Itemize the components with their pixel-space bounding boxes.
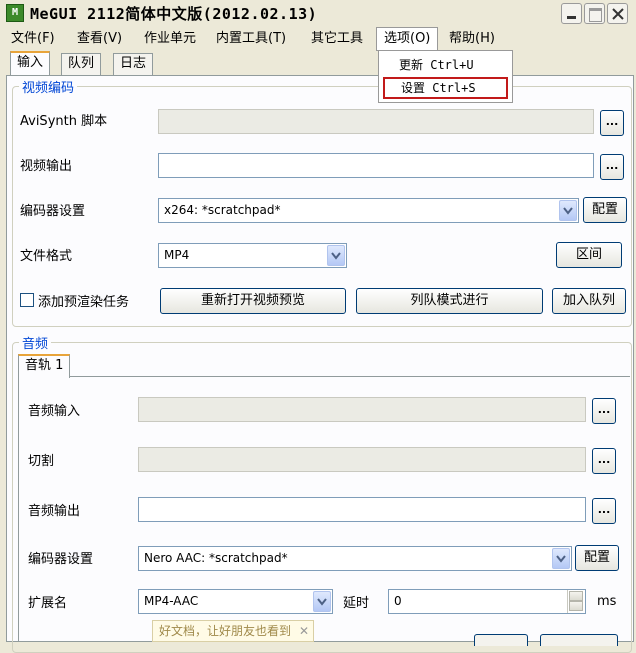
video-encoder-select[interactable]: x264: *scratchpad* — [158, 198, 579, 223]
prerender-checkbox[interactable] — [20, 293, 34, 307]
menu-tools[interactable]: 内置工具(T) — [209, 27, 293, 51]
audio-encoder-select[interactable]: Nero AAC: *scratchpad* — [138, 546, 572, 571]
chevron-down-icon[interactable] — [552, 548, 570, 569]
menu-other-tools[interactable]: 其它工具 — [304, 27, 370, 51]
close-button[interactable] — [607, 3, 628, 24]
cut-label: 切割 — [28, 454, 55, 469]
avisynth-label: AviSynth 脚本 — [20, 114, 108, 129]
app-icon: M — [6, 4, 24, 22]
extension-select[interactable]: MP4-AAC — [138, 589, 333, 614]
audio-output-browse-button[interactable]: ... — [592, 498, 616, 524]
menu-help[interactable]: 帮助(H) — [442, 27, 502, 51]
audio-input-field[interactable] — [138, 397, 586, 422]
audio-output-field[interactable] — [138, 497, 586, 522]
close-icon[interactable]: ✕ — [299, 621, 309, 641]
cut-browse-button[interactable]: ... — [592, 448, 616, 474]
close-icon — [612, 8, 624, 20]
tab-queue[interactable]: 队列 — [61, 53, 102, 75]
queue-mode-button[interactable]: 列队模式进行 — [356, 288, 543, 314]
tab-log[interactable]: 日志 — [113, 53, 154, 75]
menu-item-settings[interactable]: 设置 Ctrl+S — [383, 77, 508, 99]
file-format-label: 文件格式 — [20, 249, 73, 264]
chevron-down-icon[interactable] — [559, 200, 577, 221]
menu-file[interactable]: 文件(F) — [4, 27, 62, 51]
share-toast: 好文档，让好朋友也看到 ✕ — [152, 620, 314, 642]
bottom-button-partial[interactable] — [540, 634, 618, 646]
file-format-value: MP4 — [164, 248, 190, 262]
avisynth-browse-button[interactable]: ... — [600, 110, 624, 136]
cut-field[interactable] — [138, 447, 586, 472]
spin-up-icon[interactable] — [569, 591, 583, 601]
tab-audio-track-1[interactable]: 音轨 1 — [18, 354, 71, 378]
prerender-label: 添加预渲染任务 — [38, 295, 130, 310]
audio-input-label: 音频输入 — [28, 404, 81, 419]
delay-unit-label: ms — [597, 594, 617, 609]
share-toast-text: 好文档，让好朋友也看到 — [159, 624, 292, 638]
tab-input[interactable]: 输入 — [10, 51, 51, 75]
menu-view[interactable]: 查看(V) — [70, 27, 129, 51]
delay-spinner[interactable] — [567, 590, 584, 613]
options-dropdown-menu: 更新 Ctrl+U 设置 Ctrl+S — [378, 50, 513, 103]
menu-item-update[interactable]: 更新 Ctrl+U — [383, 54, 508, 76]
minimize-button[interactable] — [561, 3, 582, 24]
video-output-label: 视频输出 — [20, 159, 73, 174]
audio-group-title: 音频 — [22, 337, 49, 352]
audio-output-label: 音频输出 — [28, 504, 81, 519]
window-title: MeGUI 2112简体中文版(2012.02.13) — [30, 5, 318, 23]
bottom-button-partial[interactable] — [474, 634, 528, 646]
menu-jobs[interactable]: 作业单元 — [137, 27, 203, 51]
extension-value: MP4-AAC — [144, 594, 199, 608]
add-to-queue-button[interactable]: 加入队列 — [552, 288, 626, 314]
audio-config-button[interactable]: 配置 — [575, 545, 619, 571]
menu-options[interactable]: 选项(O) — [376, 27, 439, 51]
video-encoder-label: 编码器设置 — [20, 204, 86, 219]
spin-down-icon[interactable] — [569, 601, 583, 611]
audio-encoder-label: 编码器设置 — [28, 552, 94, 567]
video-output-browse-button[interactable]: ... — [600, 154, 624, 180]
delay-value: 0 — [394, 594, 402, 608]
range-button[interactable]: 区间 — [556, 242, 622, 268]
title-bar[interactable]: M MeGUI 2112简体中文版(2012.02.13) — [0, 0, 636, 26]
reopen-preview-button[interactable]: 重新打开视频预览 — [160, 288, 346, 314]
chevron-down-icon[interactable] — [327, 245, 345, 266]
delay-label: 延时 — [343, 596, 370, 611]
menu-bar: 文件(F) 查看(V) 作业单元 内置工具(T) 其它工具 选项(O) 帮助(H… — [0, 27, 636, 51]
video-group-title: 视频编码 — [22, 81, 75, 96]
video-config-button[interactable]: 配置 — [583, 197, 627, 223]
avisynth-script-field[interactable] — [158, 109, 594, 134]
file-format-select[interactable]: MP4 — [158, 243, 347, 268]
video-output-field[interactable] — [158, 153, 594, 178]
audio-encoder-value: Nero AAC: *scratchpad* — [144, 551, 288, 565]
video-encoder-value: x264: *scratchpad* — [164, 203, 281, 217]
extension-label: 扩展名 — [28, 596, 68, 611]
chevron-down-icon[interactable] — [313, 591, 331, 612]
delay-input[interactable]: 0 — [388, 589, 586, 614]
audio-input-browse-button[interactable]: ... — [592, 398, 616, 424]
maximize-button[interactable] — [584, 3, 605, 24]
